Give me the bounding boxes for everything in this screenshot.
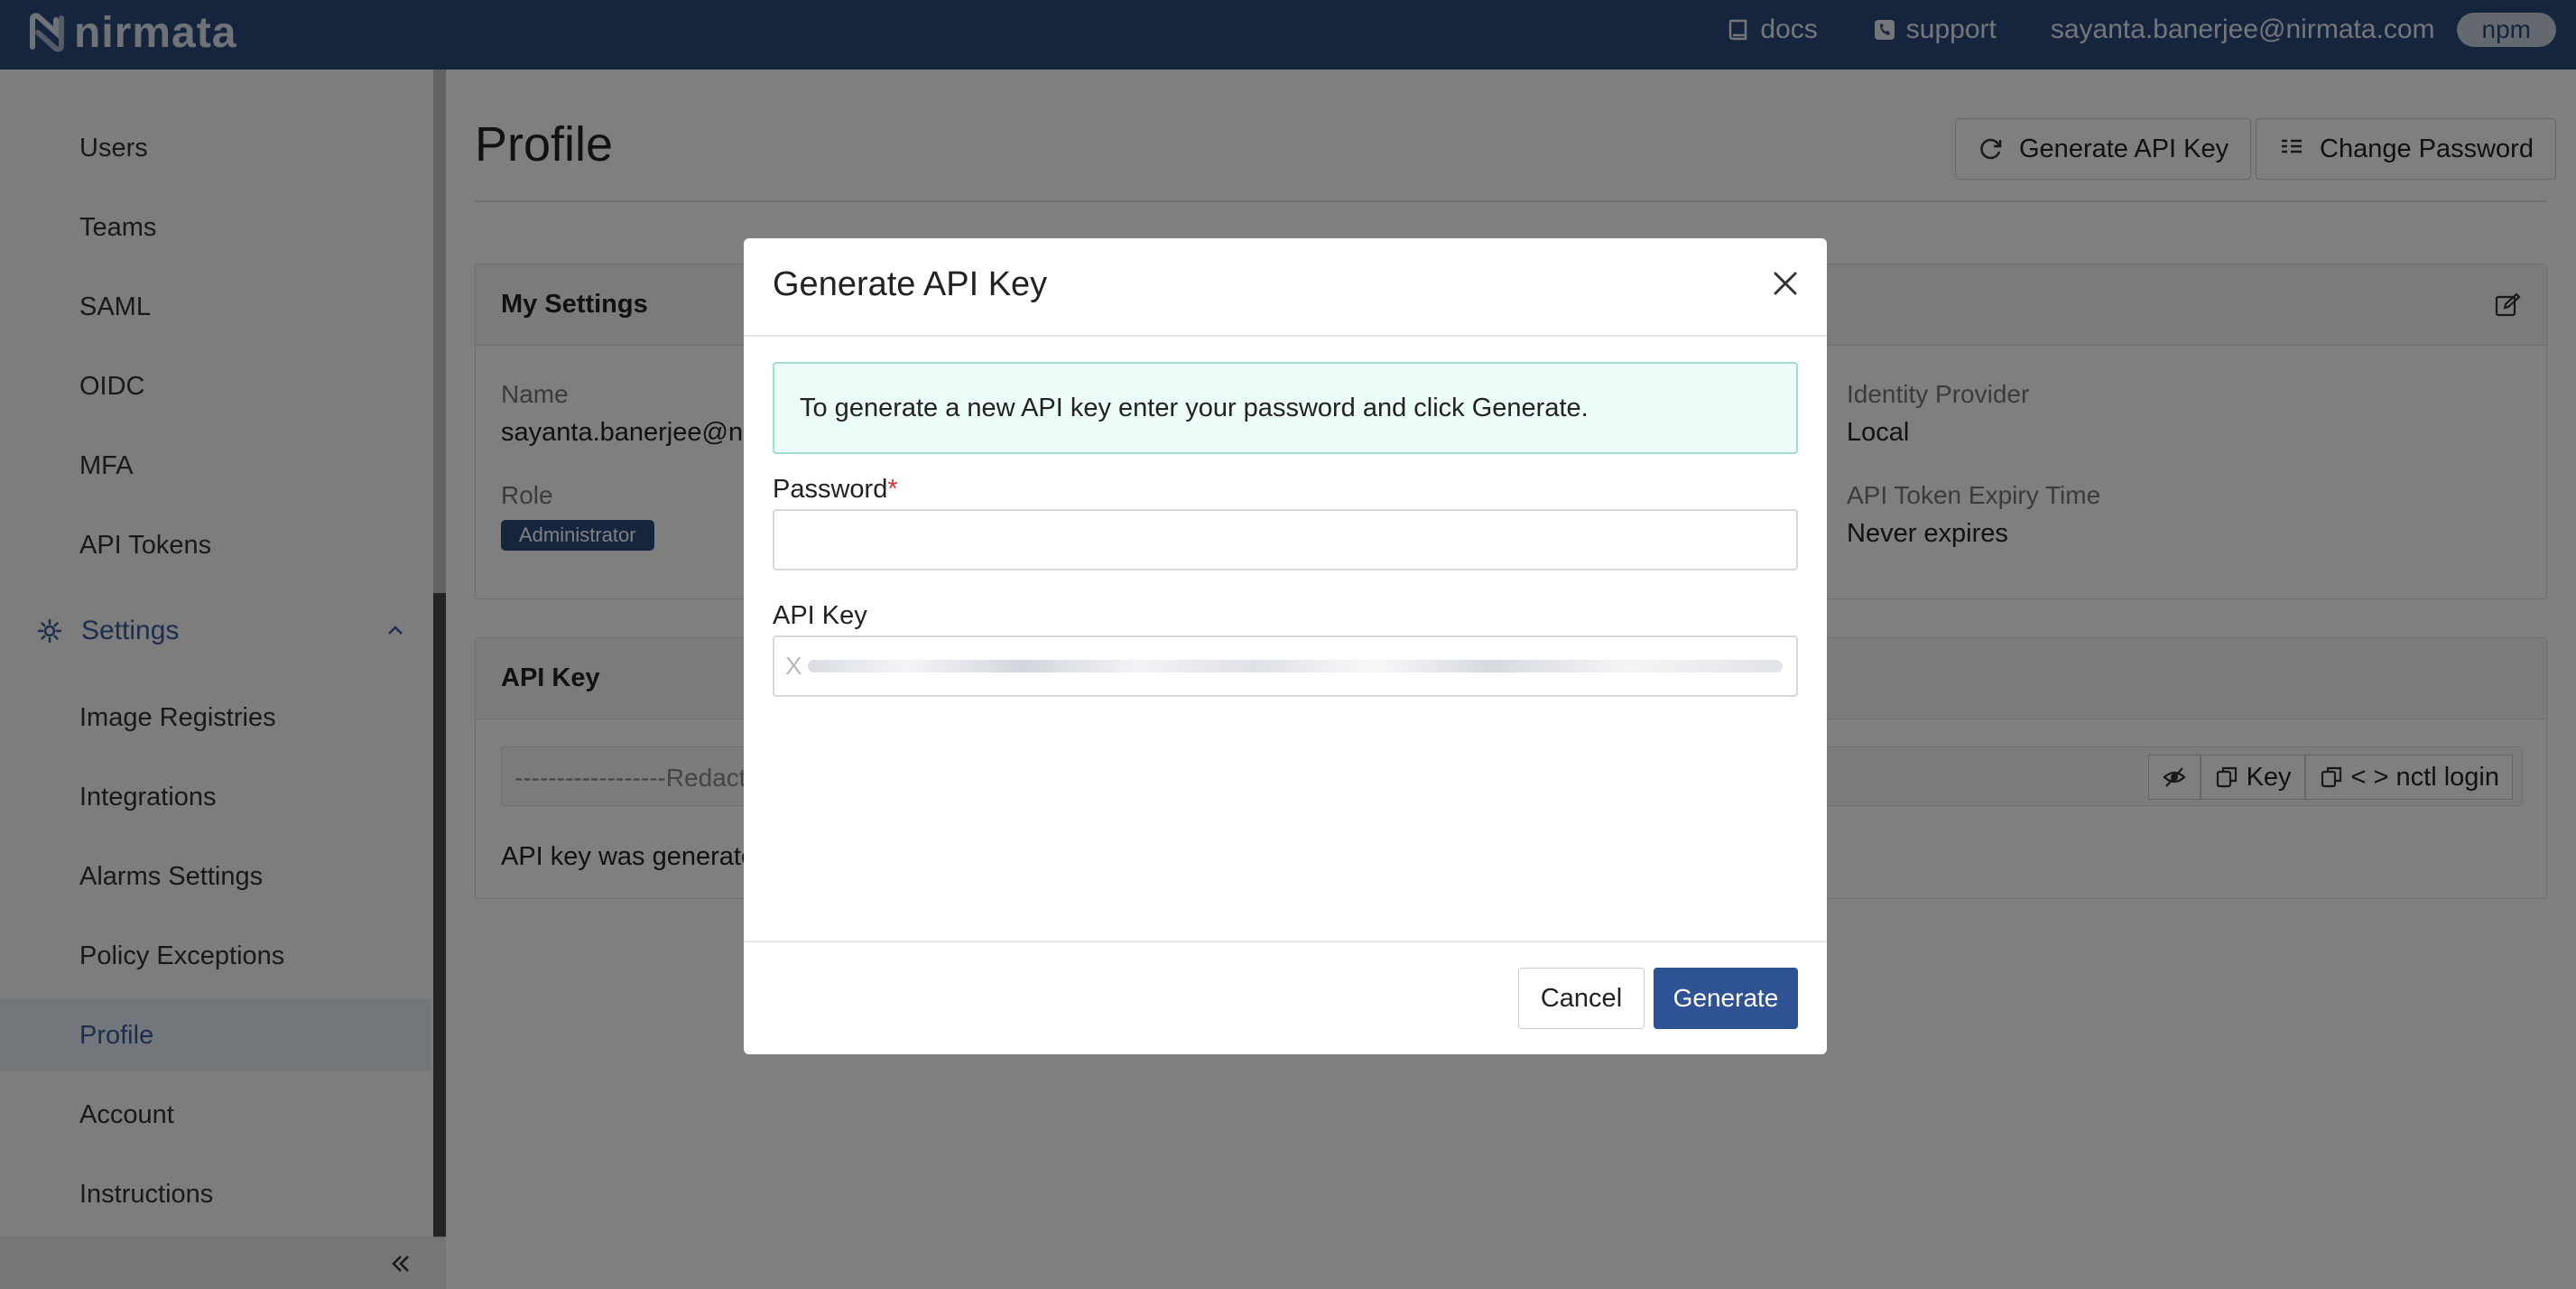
cancel-button[interactable]: Cancel — [1518, 968, 1645, 1029]
generate-button[interactable]: Generate — [1654, 968, 1798, 1029]
password-label-text: Password — [773, 475, 888, 504]
api-key-label: API Key — [773, 601, 867, 630]
api-key-field[interactable]: X — [773, 635, 1798, 697]
required-mark: * — [887, 475, 898, 504]
password-label: Password* — [773, 475, 898, 505]
close-icon[interactable] — [1769, 267, 1802, 300]
api-key-value: X — [785, 652, 802, 680]
dialog-footer-divider — [744, 941, 1827, 942]
dialog-title: Generate API Key — [773, 265, 1048, 303]
info-alert: To generate a new API key enter your pas… — [773, 362, 1798, 454]
password-input[interactable] — [773, 509, 1798, 570]
generate-api-key-dialog: Generate API Key To generate a new API k… — [744, 238, 1827, 1054]
redacted-key-blur — [807, 660, 1783, 672]
dialog-header-divider — [744, 335, 1827, 337]
